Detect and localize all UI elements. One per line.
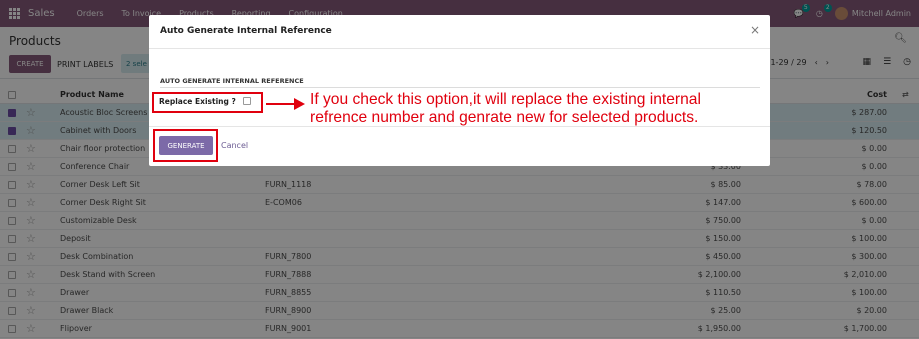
annotation-note: If you check this option,it will replace… bbox=[310, 91, 701, 126]
section-divider bbox=[160, 87, 760, 88]
generate-button-highlight bbox=[153, 129, 218, 162]
cancel-button[interactable]: Cancel bbox=[221, 136, 248, 155]
dialog-title: Auto Generate Internal Reference bbox=[160, 26, 332, 36]
arrow-right-icon bbox=[266, 98, 305, 110]
replace-existing-highlight bbox=[152, 92, 263, 113]
dialog-header: Auto Generate Internal Reference × bbox=[149, 15, 770, 49]
section-title: AUTO GENERATE INTERNAL REFERENCE bbox=[160, 77, 304, 85]
close-icon[interactable]: × bbox=[750, 23, 760, 37]
